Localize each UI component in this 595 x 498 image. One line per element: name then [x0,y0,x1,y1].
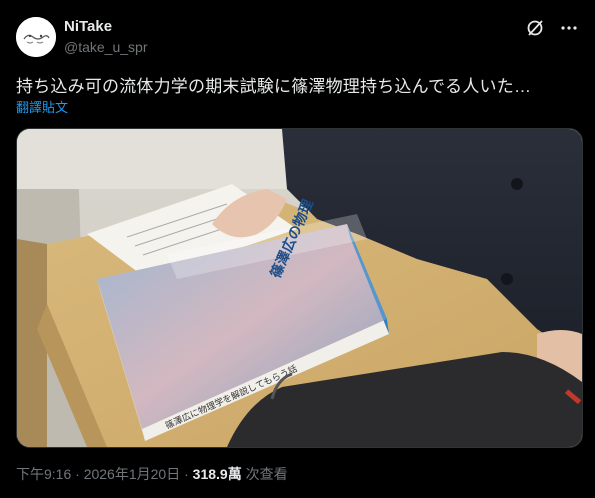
avatar-drawing-icon [16,17,56,57]
grok-icon[interactable] [525,18,545,38]
translate-post-link[interactable]: 翻譯貼文 [16,97,68,116]
photo-scene: 篠澤広に物理学を解説してもらう話 篠澤広の物理 [17,129,582,447]
author-handle[interactable]: @take_u_spr [64,39,147,55]
tweet-photo[interactable]: 篠澤広に物理学を解説してもらう話 篠澤広の物理 [16,128,583,448]
views-count: 318.9萬 [192,466,242,482]
more-options-icon[interactable] [559,18,579,38]
avatar[interactable] [16,17,56,57]
tweet-time[interactable]: 下午9:16 [16,466,71,482]
views-label: 次查看 [245,466,288,482]
tweet-header: NiTake @take_u_spr [16,14,579,58]
tweet-date[interactable]: 2026年1月20日 [84,466,181,482]
tweet-text: 持ち込み可の流体力学の期末試験に篠澤物理持ち込んでる人いた… [16,77,532,96]
tweet-meta: 下午9:16 · 2026年1月20日 · 318.9萬 次查看 [16,464,288,484]
meta-separator: · [75,466,80,482]
author-name[interactable]: NiTake [64,18,112,35]
meta-separator: · [184,466,189,482]
